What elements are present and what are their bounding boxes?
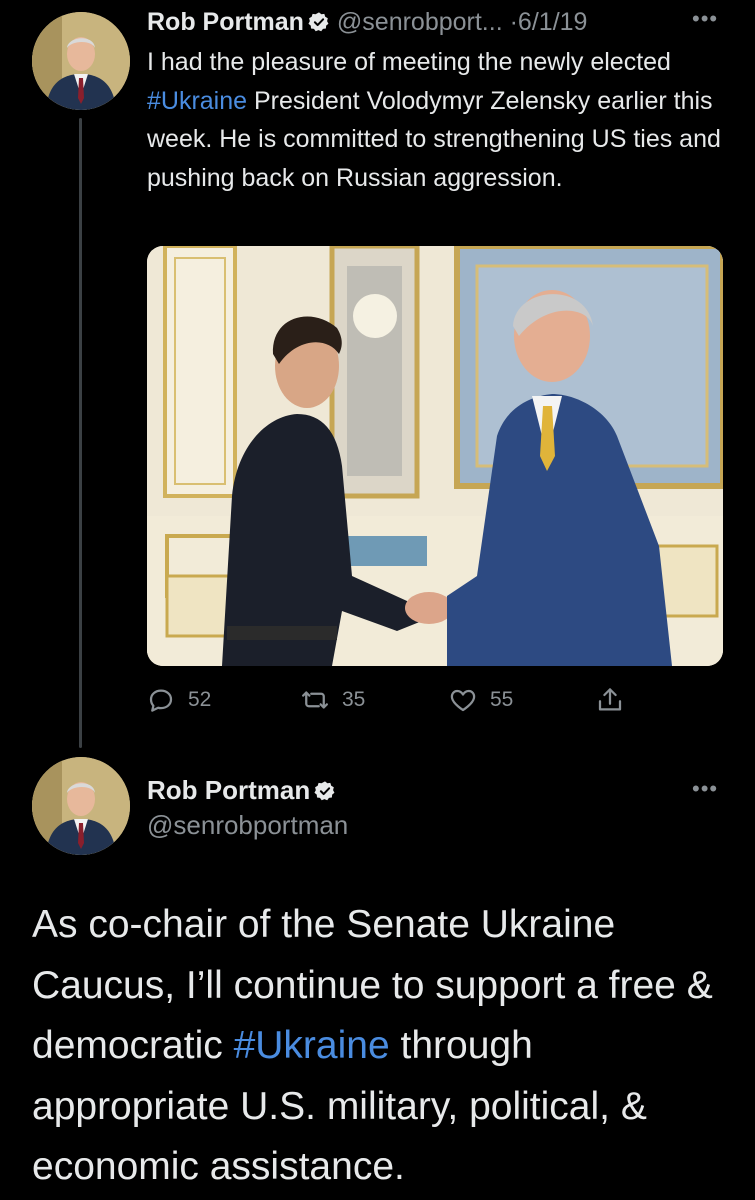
avatar[interactable]: [32, 757, 130, 855]
reply-count: 52: [188, 688, 212, 711]
share-button[interactable]: [595, 683, 637, 717]
avatar-image: [32, 757, 130, 855]
heart-icon: [450, 689, 476, 712]
tweet-date[interactable]: ·6/1/19: [510, 8, 588, 36]
verified-badge-icon: [308, 12, 329, 32]
retweet-button[interactable]: 35: [300, 683, 365, 717]
tweet-text-part: I had the pleasure of meeting the newly …: [147, 48, 671, 76]
tweet-text: I had the pleasure of meeting the newly …: [147, 43, 732, 197]
share-icon: [598, 688, 622, 711]
retweet-count: 35: [342, 688, 366, 711]
tweet-header: Rob Portman @senrobport... ·6/1/19: [147, 6, 587, 38]
verified-badge-icon: [314, 781, 335, 801]
retweet-icon: [302, 691, 328, 709]
tweet-header: Rob Portman: [147, 773, 336, 807]
reply-button[interactable]: 52: [146, 683, 211, 717]
avatar[interactable]: [32, 12, 130, 110]
more-horizontal-icon[interactable]: •••: [692, 776, 718, 802]
tweet-photo[interactable]: [147, 246, 723, 666]
author-handle[interactable]: @senrobport...: [337, 8, 503, 36]
like-button[interactable]: 55: [448, 683, 513, 717]
photo-handshake: [147, 246, 723, 666]
author-name[interactable]: Rob Portman: [147, 775, 310, 805]
thread-connector-line: [79, 118, 82, 748]
hashtag-link[interactable]: #Ukraine: [234, 1024, 390, 1067]
reply-icon: [149, 689, 173, 712]
avatar-image: [32, 12, 130, 110]
author-handle[interactable]: @senrobportman: [147, 808, 348, 842]
hashtag-link[interactable]: #Ukraine: [147, 87, 247, 115]
author-name[interactable]: Rob Portman: [147, 8, 304, 36]
like-count: 55: [490, 688, 514, 711]
tweet-text: As co-chair of the Senate Ukraine Caucus…: [32, 895, 732, 1198]
more-horizontal-icon[interactable]: •••: [692, 6, 718, 32]
